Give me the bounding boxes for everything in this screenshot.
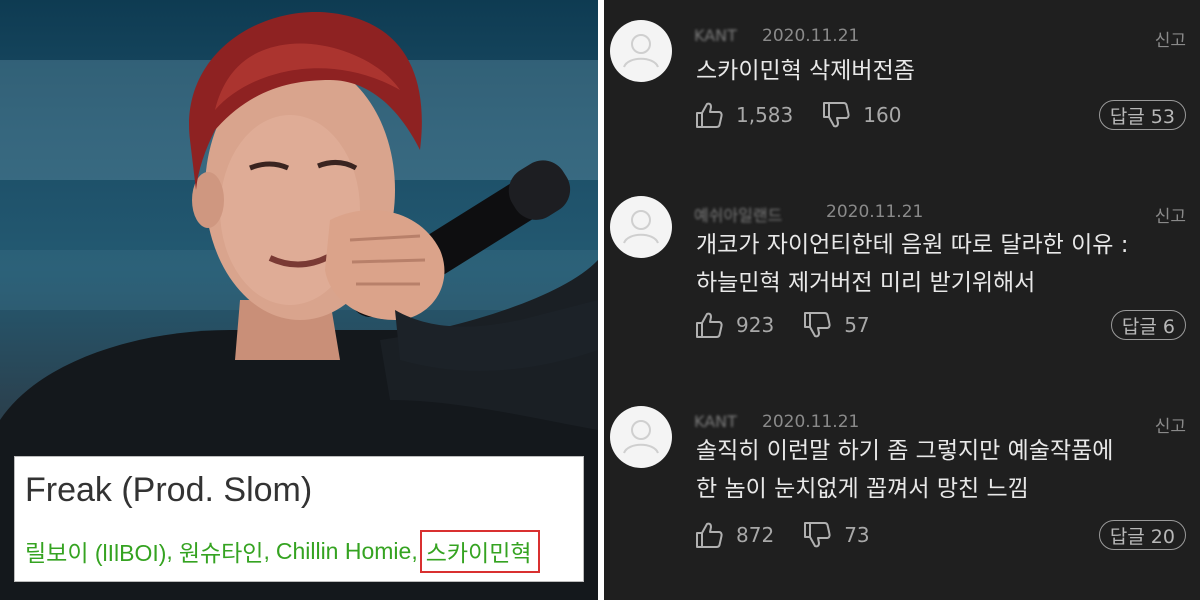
- song-title: Freak (Prod. Slom): [25, 471, 313, 509]
- thumbs-up-icon[interactable]: [694, 100, 724, 130]
- artist-name[interactable]: Chillin Homie: [276, 538, 411, 565]
- comment-author[interactable]: 예쉬아일랜드: [694, 202, 782, 226]
- dislike-count: 57: [844, 313, 870, 337]
- performance-photo: Freak (Prod. Slom) 릴보이 (lIlBOI) , 원슈타인 ,…: [0, 0, 598, 600]
- comment-list: KANT 2020.11.21 신고 스카이민혁 삭제버전좀 1,583 160…: [604, 0, 1200, 600]
- thumbs-down-icon[interactable]: [821, 100, 851, 130]
- reply-button[interactable]: 답글 53: [1098, 100, 1186, 130]
- user-avatar-icon[interactable]: [610, 406, 672, 468]
- comment-text: 솔직히 이런말 하기 좀 그렇지만 예술작품에 한 놈이 눈치없게 꼽껴서 망친…: [696, 432, 1113, 508]
- reply-button[interactable]: 답글 6: [1110, 310, 1186, 340]
- artist-separator: ,: [166, 537, 173, 564]
- user-avatar-icon[interactable]: [610, 196, 672, 258]
- comment-item: 예쉬아일랜드 2020.11.21 신고 개코가 자이언티한테 음원 따로 달라…: [604, 184, 1200, 374]
- report-button[interactable]: 신고: [1155, 202, 1186, 227]
- comment-date: 2020.11.21: [762, 26, 860, 46]
- like-count: 1,583: [736, 103, 794, 127]
- comment-text: 개코가 자이언티한테 음원 따로 달라한 이유 : 하늘민혁 제거버전 미리 받…: [696, 226, 1129, 302]
- user-avatar-icon[interactable]: [610, 20, 672, 82]
- comment-author[interactable]: KANT: [694, 26, 737, 45]
- comment-line: 솔직히 이런말 하기 좀 그렇지만 예술작품에: [696, 438, 1114, 464]
- comment-actions: 923 57: [694, 308, 898, 342]
- comment-item: KANT 2020.11.21 신고 스카이민혁 삭제버전좀 1,583 160…: [604, 8, 1200, 198]
- artist-name[interactable]: 원슈타인: [179, 534, 264, 568]
- artist-list: 릴보이 (lIlBOI) , 원슈타인 , Chillin Homie , 스카…: [25, 529, 540, 573]
- report-button[interactable]: 신고: [1155, 412, 1186, 437]
- thumbs-down-icon[interactable]: [802, 310, 832, 340]
- comment-line: 개코가 자이언티한테 음원 따로 달라한 이유 :: [696, 232, 1129, 258]
- artist-separator: ,: [263, 537, 270, 564]
- like-count: 923: [736, 313, 775, 337]
- artist-name-highlighted[interactable]: 스카이민혁: [419, 529, 540, 573]
- comment-actions: 1,583 160: [694, 98, 929, 132]
- reply-button[interactable]: 답글 20: [1098, 520, 1186, 550]
- artist-separator: ,: [411, 537, 418, 564]
- thumbs-up-icon[interactable]: [694, 310, 724, 340]
- dislike-count: 73: [844, 523, 870, 547]
- comment-date: 2020.11.21: [826, 202, 924, 222]
- comment-item: KANT 2020.11.21 신고 솔직히 이런말 하기 좀 그렇지만 예술작…: [604, 394, 1200, 584]
- comment-actions: 872 73: [694, 518, 898, 552]
- comment-line: 한 놈이 눈치없게 꼽껴서 망친 느낌: [696, 476, 1029, 502]
- comment-date: 2020.11.21: [762, 412, 860, 432]
- artist-name[interactable]: 릴보이 (lIlBOI): [25, 534, 166, 568]
- comment-text: 스카이민혁 삭제버전좀: [696, 52, 915, 90]
- dislike-count: 160: [863, 103, 902, 127]
- like-count: 872: [736, 523, 775, 547]
- thumbs-down-icon[interactable]: [802, 520, 832, 550]
- comment-line: 하늘민혁 제거버전 미리 받기위해서: [696, 270, 1036, 296]
- comment-author[interactable]: KANT: [694, 412, 737, 431]
- song-info-card: Freak (Prod. Slom) 릴보이 (lIlBOI) , 원슈타인 ,…: [14, 456, 584, 582]
- thumbs-up-icon[interactable]: [694, 520, 724, 550]
- comment-line: 스카이민혁 삭제버전좀: [696, 58, 915, 84]
- report-button[interactable]: 신고: [1155, 26, 1186, 51]
